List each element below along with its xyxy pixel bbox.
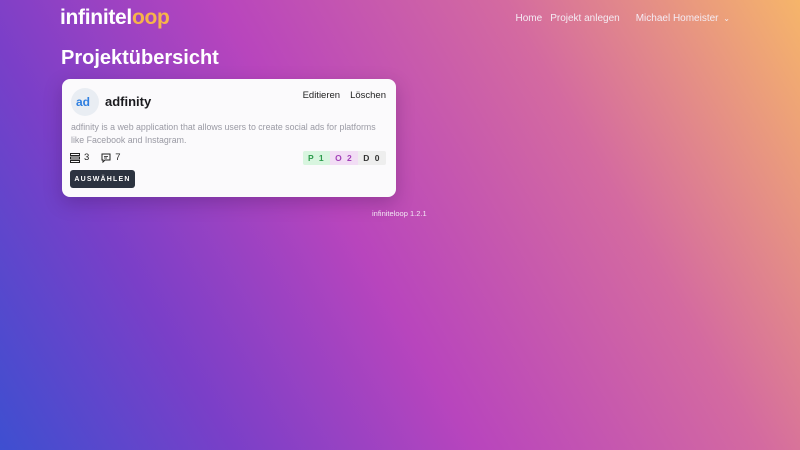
project-description: adfinity is a web application that allow…: [71, 122, 376, 145]
logo-text-accent: oop: [131, 6, 170, 29]
top-navbar: infiniteloop Home Projekt anlegen Michae…: [0, 0, 800, 40]
stat-comments-value: 7: [115, 152, 121, 163]
app-logo[interactable]: infiniteloop: [60, 6, 170, 30]
project-card: ad adfinity Editieren Löschen adfinity i…: [62, 79, 396, 197]
project-stats: 3 7: [70, 152, 121, 163]
version-label: infiniteloop 1.2.1: [372, 209, 427, 218]
nav-home-link[interactable]: Home: [516, 13, 543, 24]
project-logo-text: ad: [76, 95, 90, 109]
list-icon: [70, 152, 80, 163]
select-button[interactable]: AUSWÄHLEN: [70, 170, 135, 188]
chevron-down-icon: ⌄: [723, 14, 730, 23]
badge-o: O 2: [330, 151, 359, 165]
stat-tasks-value: 3: [84, 152, 90, 163]
nav-create-project-link[interactable]: Projekt anlegen: [550, 13, 620, 24]
user-name: Michael Homeister: [635, 13, 719, 24]
stat-tasks: 3: [70, 152, 89, 163]
delete-button[interactable]: Löschen: [350, 90, 386, 101]
user-menu[interactable]: Michael Homeister ⌄: [636, 13, 730, 24]
comment-icon: [101, 153, 111, 163]
project-title: adfinity: [105, 94, 152, 109]
badge-p: P 1: [302, 151, 331, 165]
nav-links: Home Projekt anlegen Michael Homeister ⌄: [516, 13, 730, 24]
edit-button[interactable]: Editieren: [303, 90, 341, 101]
logo-text-main: infinitel: [60, 6, 132, 29]
status-badges: P 1 O 2 D 0: [302, 151, 386, 165]
badge-d: D 0: [358, 151, 386, 165]
adfinity-logo-icon: ad: [76, 95, 90, 109]
project-avatar: ad: [71, 88, 99, 116]
page-title: Projektübersicht: [61, 47, 219, 69]
stat-comments: 7: [101, 152, 121, 163]
card-actions: Editieren Löschen: [303, 90, 386, 101]
